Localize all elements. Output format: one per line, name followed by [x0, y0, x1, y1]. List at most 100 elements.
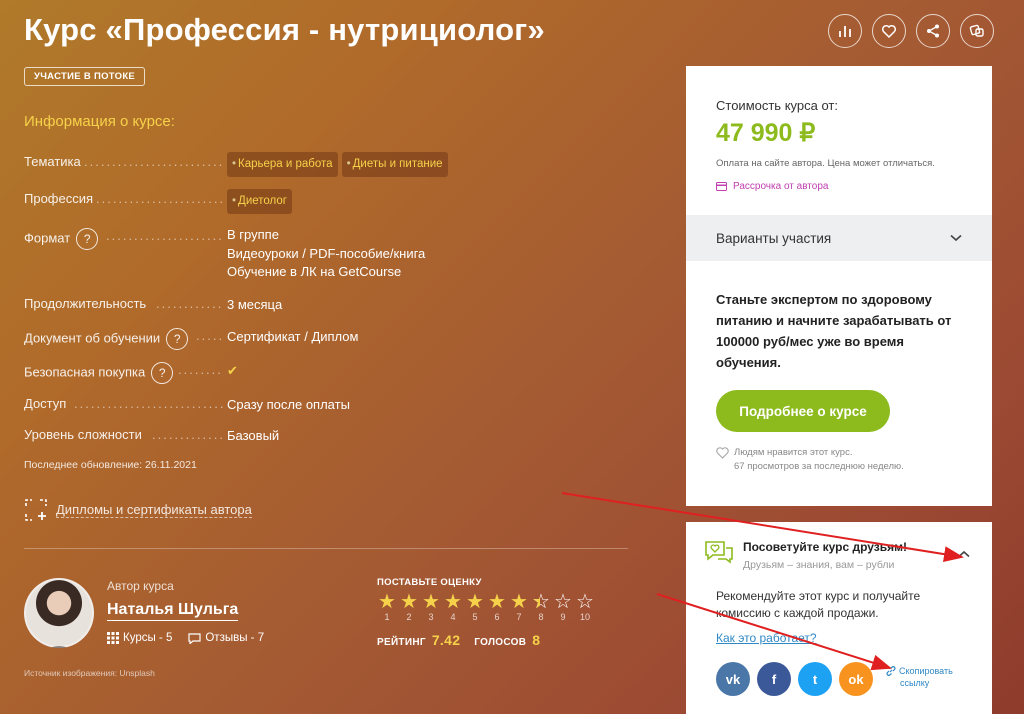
- info-value: Базовый: [227, 428, 280, 443]
- info-row-profession: Профессия ..............................…: [24, 189, 454, 214]
- share-icon: [927, 24, 939, 38]
- last-updated: Последнее обновление: 26.11.2021: [24, 459, 197, 471]
- heart-icon: [881, 24, 897, 39]
- likes-info: Людям нравится этот курс. 67 просмотров …: [716, 446, 904, 474]
- author-courses-link[interactable]: Курсы - 5: [107, 632, 172, 644]
- price-label: Стоимость курса от:: [716, 98, 838, 113]
- copy-link[interactable]: Скопировать ссылку: [886, 665, 953, 689]
- help-icon[interactable]: ?: [151, 362, 174, 384]
- info-row-level: Уровень сложности ......................…: [24, 427, 454, 447]
- info-row-document: Документ об обучении? .......... Сертифи…: [24, 328, 454, 350]
- rating-star[interactable]: ★ 3: [421, 592, 441, 622]
- tag-link[interactable]: Диеты и питание: [341, 152, 448, 177]
- divider: [24, 548, 628, 549]
- grid-icon: [107, 632, 119, 644]
- star-icon: ☆★: [532, 591, 550, 613]
- votes-value: 8: [532, 632, 541, 648]
- referral-card: Посоветуйте курс друзьям! Друзьям – знан…: [686, 522, 992, 714]
- image-source: Источник изображения: Unsplash: [24, 668, 155, 678]
- rate-heading: ПОСТАВЬТЕ ОЦЕНКУ: [377, 577, 482, 588]
- info-value: Сертификат / Диплом: [227, 329, 359, 344]
- tag-link[interactable]: Карьера и работа: [227, 152, 338, 177]
- author-label: Автор курса: [107, 579, 174, 593]
- help-icon[interactable]: ?: [166, 328, 189, 350]
- vk-share-button[interactable]: vk: [716, 662, 750, 696]
- chevron-up-icon[interactable]: [958, 550, 970, 558]
- info-label: Документ об обучении?: [24, 328, 189, 350]
- installment-link[interactable]: Рассрочка от автора: [716, 181, 828, 192]
- info-section-title: Информация о курсе:: [24, 113, 175, 130]
- rating-star[interactable]: ☆ 10: [575, 592, 595, 622]
- link-icon: [886, 666, 896, 676]
- star-icon: ☆: [576, 591, 594, 613]
- rating-star[interactable]: ★ 7: [509, 592, 529, 622]
- star-icon: ★: [466, 591, 484, 613]
- rating-star[interactable]: ★ 6: [487, 592, 507, 622]
- rating-star[interactable]: ★ 4: [443, 592, 463, 622]
- info-label: Уровень сложности: [24, 427, 142, 442]
- referral-text: Рекомендуйте этот курс и получайте комис…: [716, 589, 921, 620]
- star-icon: ★: [422, 591, 440, 613]
- rating-star[interactable]: ☆★8: [531, 592, 551, 622]
- star-icon: ★: [378, 591, 396, 613]
- star-icon: ★: [400, 591, 418, 613]
- info-row-duration: Продолжительность ......................…: [24, 296, 454, 316]
- info-value: Карьера и работаДиеты и питание: [227, 152, 452, 177]
- info-row-format: Формат? .............................. В…: [24, 227, 454, 286]
- rating-value: 7.42: [431, 632, 461, 648]
- favorite-button[interactable]: [872, 14, 906, 48]
- info-label: Доступ: [24, 396, 67, 411]
- star-icon: ★: [488, 591, 506, 613]
- rating-star[interactable]: ☆ 9: [553, 592, 573, 622]
- card-icon: [716, 182, 727, 191]
- random-button[interactable]: [960, 14, 994, 48]
- chevron-down-icon: [950, 234, 962, 242]
- info-label: Тематика: [24, 154, 81, 169]
- add-image-icon: [25, 499, 47, 521]
- help-icon[interactable]: ?: [76, 228, 99, 250]
- tag-link[interactable]: Диетолог: [227, 189, 292, 214]
- how-it-works-link[interactable]: Как это работает?: [716, 631, 817, 645]
- comment-icon: [188, 633, 201, 644]
- rating-star[interactable]: ★ 2: [399, 592, 419, 622]
- info-value: 3 месяца: [227, 297, 283, 312]
- chat-heart-icon: [705, 541, 733, 564]
- author-reviews-link[interactable]: Отзывы - 7: [188, 632, 264, 644]
- price-value: 47 990 ₽: [716, 119, 816, 147]
- avatar[interactable]: [24, 578, 94, 648]
- odnoklassniki-share-button[interactable]: ok: [839, 662, 873, 696]
- top-actions: [828, 14, 994, 48]
- price-note: Оплата на сайте автора. Цена может отлич…: [716, 158, 935, 169]
- variants-dropdown[interactable]: Варианты участия: [686, 215, 992, 261]
- info-row-safe-purchase: Безопасная покупка? .......... ✔: [24, 362, 454, 384]
- facebook-share-button[interactable]: f: [757, 662, 791, 696]
- star-icon: ★: [444, 591, 462, 613]
- more-about-course-button[interactable]: Подробнее о курсе: [716, 390, 890, 432]
- info-value: В группе Видеоуроки / PDF-пособие/книга …: [227, 227, 426, 279]
- stats-button[interactable]: [828, 14, 862, 48]
- bar-chart-icon: [839, 26, 851, 37]
- info-label: Профессия: [24, 191, 94, 206]
- dice-icon: [969, 24, 984, 37]
- info-value: Сразу после оплаты: [227, 397, 350, 412]
- info-row-topic: Тематика .............................. …: [24, 152, 454, 177]
- rating-star[interactable]: ★ 5: [465, 592, 485, 622]
- info-label: Безопасная покупка?: [24, 362, 174, 384]
- info-row-access: Доступ .............................. Ср…: [24, 396, 454, 416]
- diplomas-link[interactable]: Дипломы и сертификаты автора: [24, 498, 252, 522]
- price-card: Стоимость курса от: 47 990 ₽ Оплата на с…: [686, 66, 992, 506]
- social-buttons: vk f t ok: [716, 662, 873, 696]
- course-pitch: Станьте экспертом по здоровому питанию и…: [716, 292, 952, 370]
- star-icon: ★: [510, 591, 528, 613]
- author-name-link[interactable]: Наталья Шульга: [107, 601, 239, 621]
- info-label: Продолжительность: [24, 296, 147, 311]
- info-label: Формат?: [24, 228, 99, 250]
- twitter-share-button[interactable]: t: [798, 662, 832, 696]
- rating-summary: РЕЙТИНГ 7.42 ГОЛОСОВ 8: [377, 632, 541, 648]
- check-icon: ✔: [227, 363, 238, 378]
- share-button[interactable]: [916, 14, 950, 48]
- rating-stars: ★1★2★3★4★5★6★7☆★8☆9☆10: [377, 592, 595, 622]
- page-title: Курс «Профессия - нутрициолог»: [24, 12, 545, 47]
- participation-badge: УЧАСТИЕ В ПОТОКЕ: [24, 67, 146, 86]
- rating-star[interactable]: ★ 1: [377, 592, 397, 622]
